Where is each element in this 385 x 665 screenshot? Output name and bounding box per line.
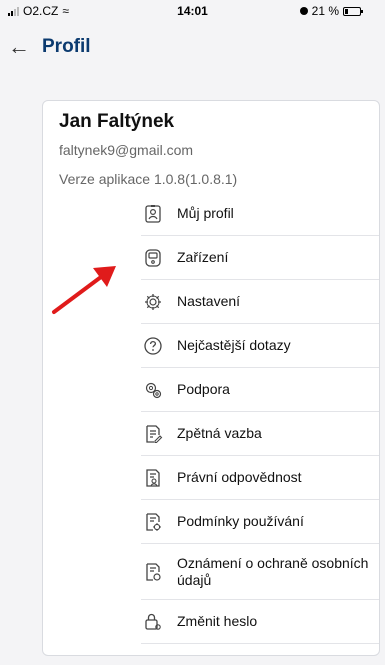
menu-item-label: Oznámení o ochraně osobních údajů: [177, 554, 369, 588]
profile-menu: Můj profil Zařízení Nastavení Nejčastějš…: [141, 192, 379, 657]
legal-icon: [143, 468, 163, 488]
question-icon: [143, 336, 163, 356]
person-id-icon: [143, 204, 163, 224]
status-right: 21 %: [299, 4, 363, 18]
app-version: Verze aplikace 1.0.8(1.0.8.1): [59, 171, 238, 187]
menu-item-label: Právní odpovědnost: [177, 469, 302, 485]
menu-item-label: Zařízení: [177, 249, 229, 265]
header: ← Profil: [0, 26, 385, 72]
feedback-icon: [143, 424, 163, 444]
menu-item-support[interactable]: Podpora: [141, 368, 379, 412]
menu-item-label: Změnit heslo: [177, 613, 258, 629]
battery-icon: [343, 6, 363, 16]
terms-icon: [143, 512, 163, 532]
user-email: faltynek9@gmail.com: [59, 142, 194, 158]
user-name: Jan Faltýnek: [59, 111, 175, 132]
menu-item-label: Nastavení: [177, 293, 241, 309]
menu-item-terms[interactable]: Podmínky používání: [141, 500, 379, 544]
menu-item-devices[interactable]: Zařízení: [141, 236, 379, 280]
do-not-disturb-icon: [299, 7, 308, 15]
support-icon: [143, 380, 163, 400]
menu-item-change-password[interactable]: Změnit heslo: [141, 600, 379, 644]
menu-item-settings[interactable]: Nastavení: [141, 280, 379, 324]
menu-item-label: Podmínky používání: [177, 513, 304, 529]
menu-item-my-profile[interactable]: Můj profil: [141, 192, 379, 236]
menu-item-privacy[interactable]: Oznámení o ochraně osobních údajů: [141, 544, 379, 600]
profile-card: Jan Faltýnek faltynek9@gmail.com Verze a…: [42, 100, 380, 656]
menu-item-legal[interactable]: Právní odpovědnost: [141, 456, 379, 500]
partial-icon: [143, 656, 163, 657]
back-arrow-icon[interactable]: ←: [6, 34, 32, 60]
menu-item-label: Můj profil: [177, 205, 234, 221]
page-title: Profil: [42, 36, 91, 57]
menu-item-faq[interactable]: Nejčastější dotazy: [141, 324, 379, 368]
menu-item-label: Zpětná vazba: [177, 425, 262, 441]
menu-item-label: Podpora: [177, 381, 230, 397]
privacy-icon: [143, 562, 163, 582]
device-icon: [143, 248, 163, 268]
menu-item-label: Nejčastější dotazy: [177, 337, 291, 353]
lock-icon: [143, 612, 163, 632]
battery-percent: 21 %: [311, 4, 339, 18]
menu-item-feedback[interactable]: Zpětná vazba: [141, 412, 379, 456]
gear-icon: [143, 292, 163, 312]
status-bar: O2.CZ ≈ 14:01 21 %: [0, 0, 385, 26]
menu-item-partial[interactable]: [141, 644, 379, 657]
